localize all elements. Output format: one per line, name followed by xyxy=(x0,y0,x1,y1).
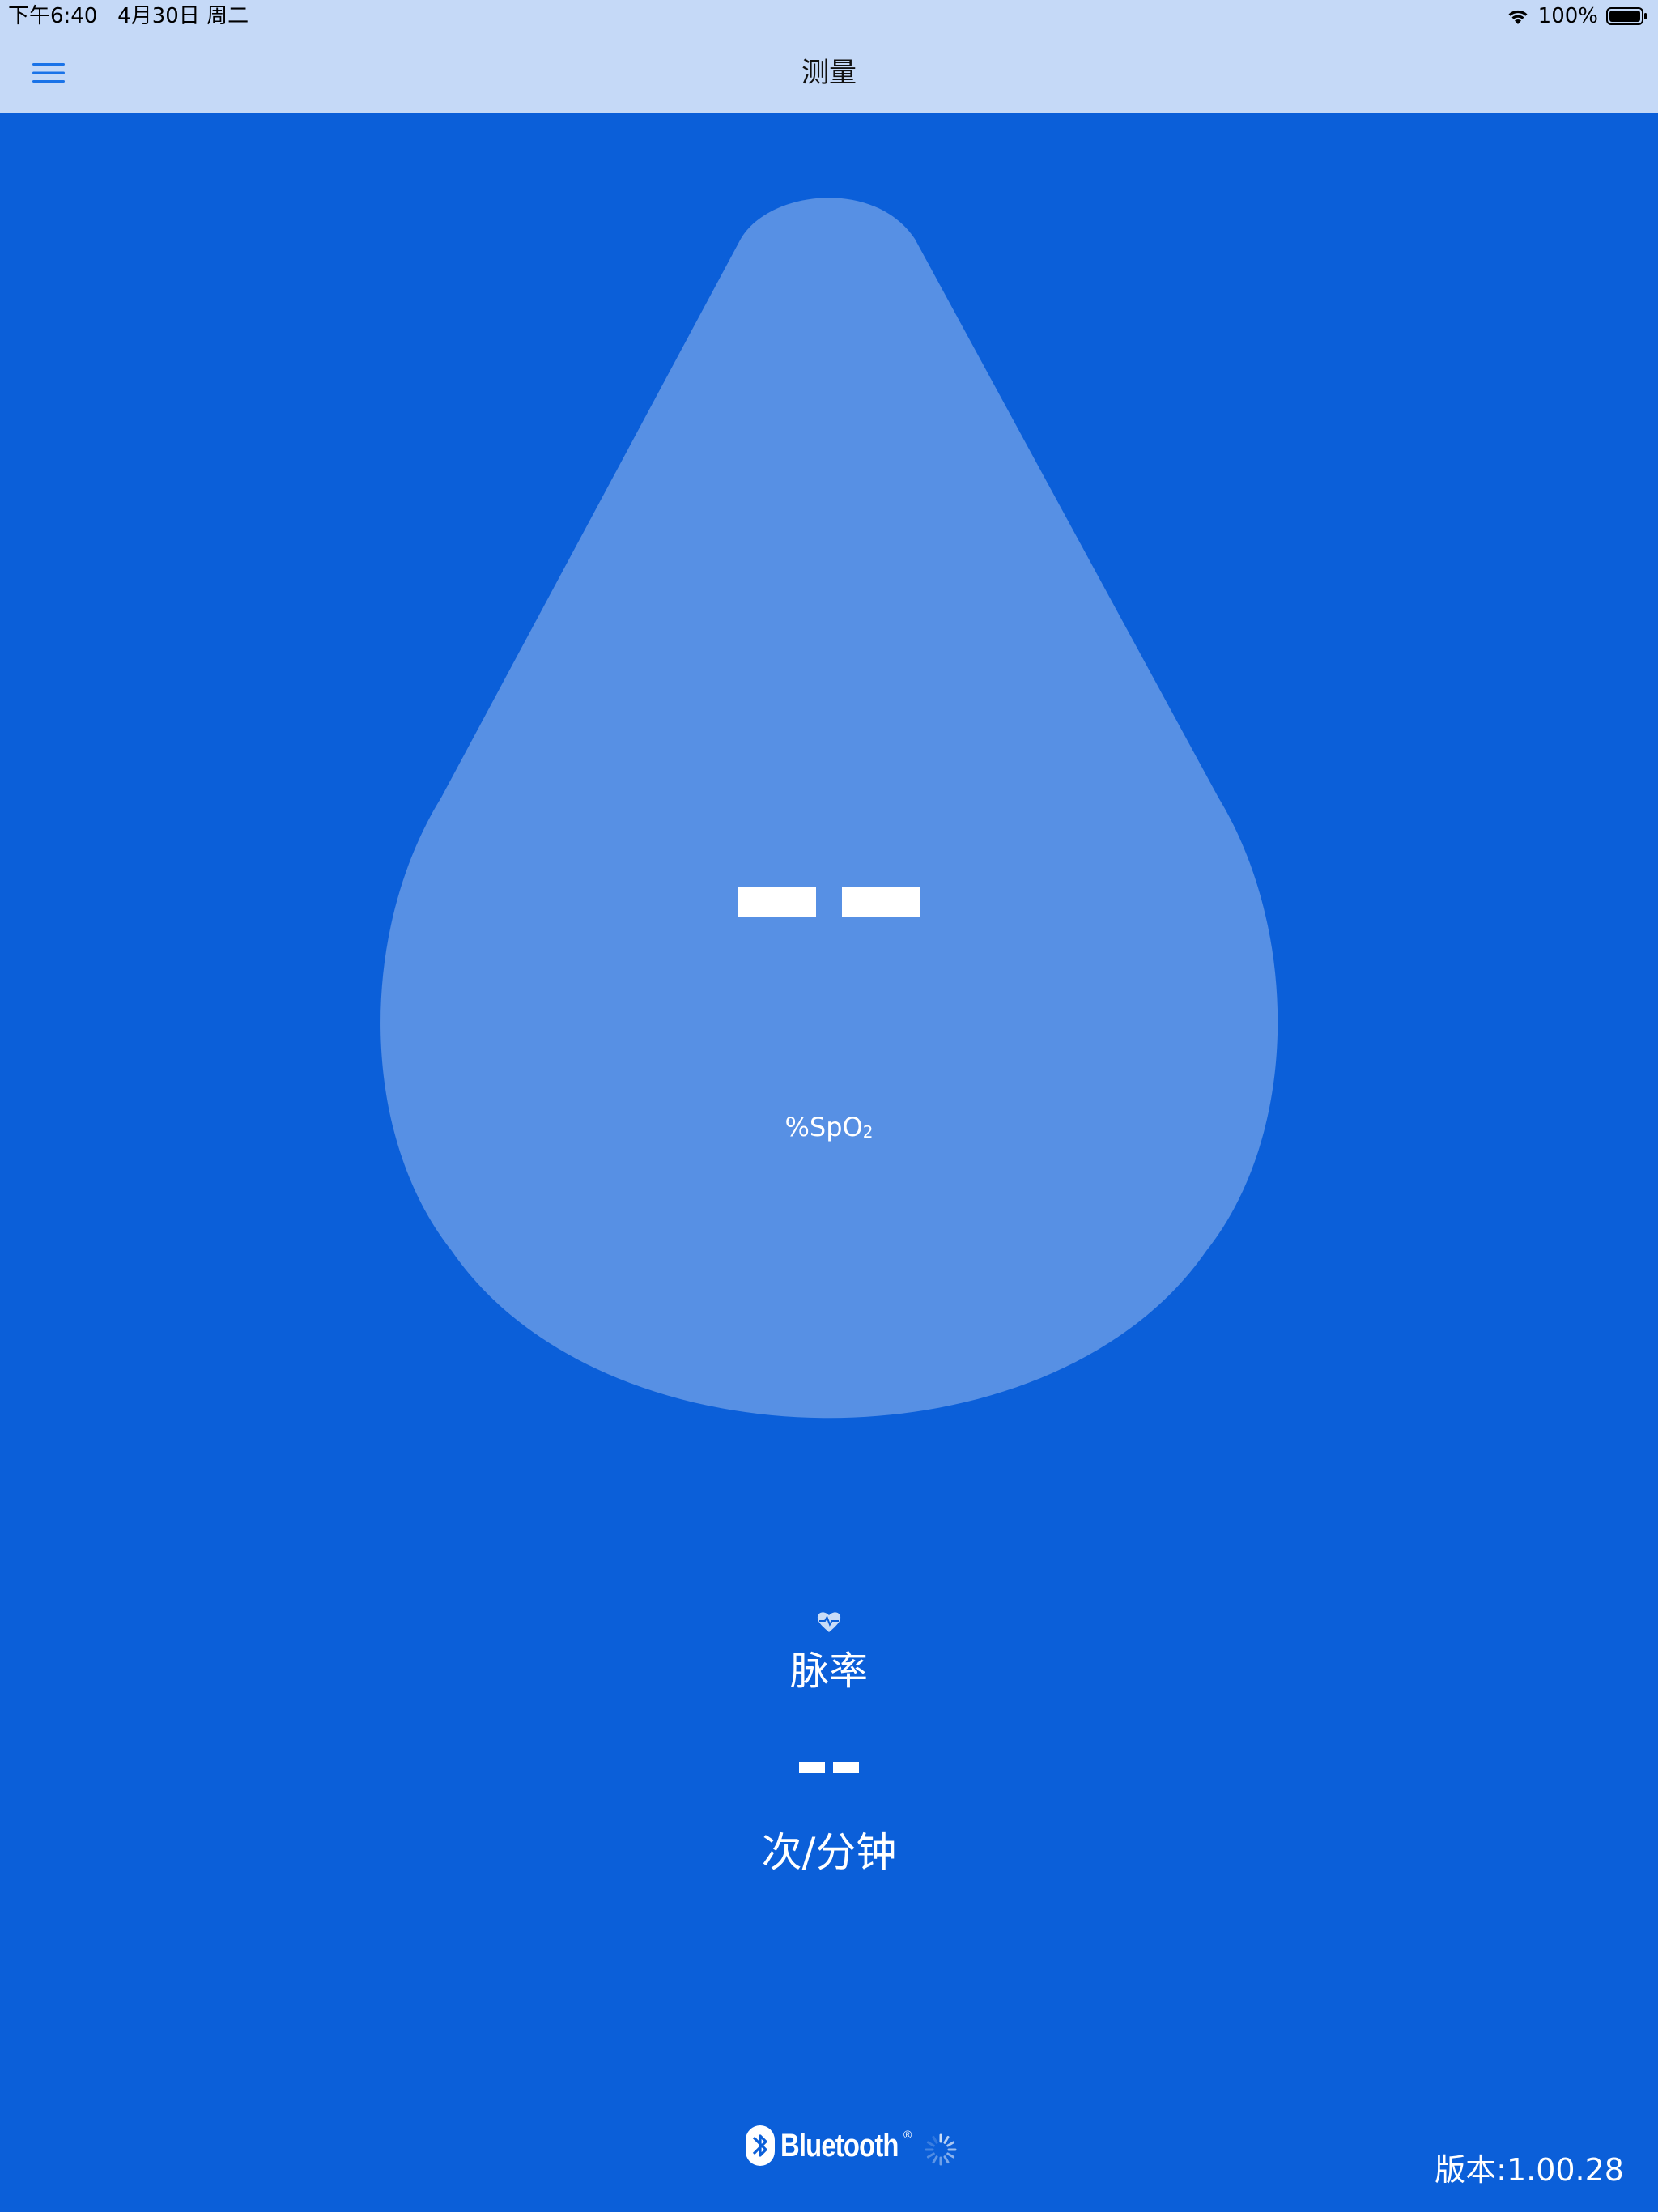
version-label: 版本:1.00.28 xyxy=(1435,2152,1624,2188)
pulse-label: 脉率 xyxy=(789,1648,868,1694)
spo2-value xyxy=(0,887,1658,921)
spo2-unit-sub: 2 xyxy=(862,1122,874,1142)
heart-pulse-icon xyxy=(817,1612,841,1632)
loading-spinner-icon xyxy=(925,2133,957,2166)
bluetooth-status: Bluetooth ® xyxy=(745,2123,941,2168)
pulse-dash-2 xyxy=(833,1762,859,1773)
pulse-dash-1 xyxy=(799,1762,825,1773)
spo2-unit-text: %SpO xyxy=(784,1112,863,1142)
bluetooth-registered-mark: ® xyxy=(903,2128,912,2141)
pulse-unit: 次/分钟 xyxy=(761,1829,897,1876)
spo2-unit: %SpO2 xyxy=(0,1111,1658,1148)
spo2-dash-2 xyxy=(842,887,920,917)
spo2-dash-1 xyxy=(738,887,816,917)
spo2-drop-gauge xyxy=(380,198,1278,1419)
pulse-value xyxy=(0,1762,1658,1775)
bluetooth-label: Bluetooth xyxy=(780,2127,899,2163)
bluetooth-icon xyxy=(746,2125,775,2166)
